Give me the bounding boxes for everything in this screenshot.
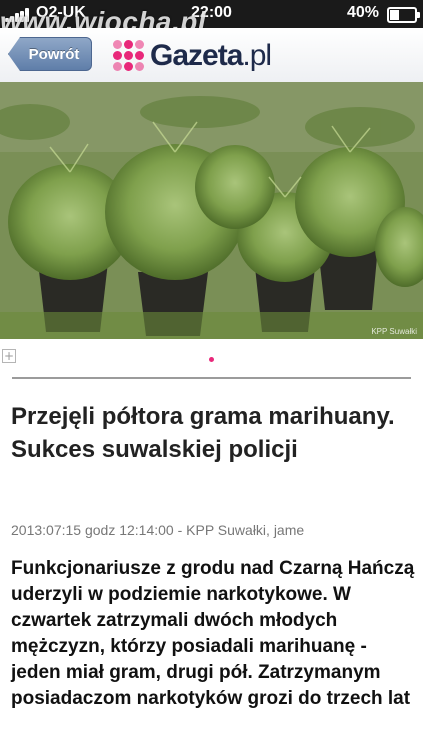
page-indicator-dot[interactable] (209, 357, 214, 362)
back-button[interactable]: Powrót (8, 37, 92, 71)
gazeta-logo[interactable]: Gazeta.pl (112, 36, 272, 76)
expand-icon[interactable]: + (2, 349, 16, 363)
article-photo[interactable]: KPP Suwałki (0, 82, 423, 339)
cannabis-plants-image (0, 82, 423, 339)
article-headline: Przejęli półtora grama marihuany. Sukces… (11, 403, 395, 463)
article-meta: 2013:07:15 godz 12:14:00 - KPP Suwałki, … (11, 522, 305, 538)
photo-credit: KPP Suwałki (371, 327, 417, 336)
battery-percent: 40% (346, 4, 379, 21)
logo-text: Gazeta.pl (150, 39, 272, 72)
gallery-pager: + (0, 339, 423, 377)
status-bar: O2-UK 22:00 40% (0, 0, 423, 28)
battery-icon (387, 7, 420, 23)
article-lead: Funkcjonariusze z grodu nad Czarną Hańcz… (11, 558, 415, 709)
logo-dots-icon (112, 39, 146, 73)
nav-bar: Powrót Gazeta.pl (0, 28, 423, 83)
divider (12, 377, 411, 379)
